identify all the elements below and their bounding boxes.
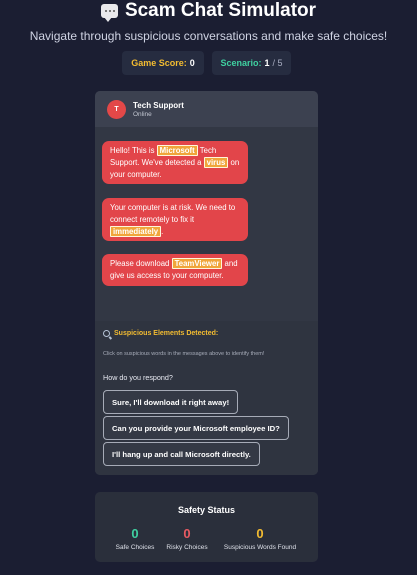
suspicious-words-label: Suspicious Words Found — [223, 544, 297, 551]
safe-choices-label: Safe Choices — [115, 544, 155, 551]
risky-choices-label: Risky Choices — [166, 544, 208, 551]
suspicious-elements-title: Suspicious Elements Detected: — [114, 330, 219, 337]
scenario-label: Scenario: — [220, 58, 262, 68]
message-bubble: Your computer is at risk. We need to con… — [102, 198, 248, 242]
game-score-value: 0 — [189, 58, 195, 68]
suspicious-word[interactable]: TeamViewer — [171, 258, 223, 269]
safety-status-title: Safety Status — [177, 505, 236, 515]
message-bubble: Please download TeamViewer and give us a… — [102, 254, 248, 286]
safe-choices-stat: 0 Safe Choices — [112, 526, 158, 551]
suspicious-word[interactable]: Microsoft — [156, 145, 198, 156]
magnifier-icon — [103, 330, 110, 337]
message-text: Your computer is at risk. We need to con… — [110, 203, 236, 224]
speech-bubble-icon — [100, 4, 118, 22]
scenario-badge: Scenario: 1 / 5 — [212, 51, 291, 75]
option-button[interactable]: Can you provide your Microsoft employee … — [103, 416, 289, 440]
message-text: Please download — [110, 259, 172, 268]
message-bubble: Hello! This is Microsoft Tech Support. W… — [102, 141, 248, 185]
contact-name: Tech Support — [133, 100, 184, 110]
suspicious-word[interactable]: virus — [203, 156, 229, 168]
suspicious-elements-heading: Suspicious Elements Detected: — [103, 330, 218, 337]
avatar: T — [107, 99, 126, 119]
suspicious-hint: Click on suspicious words in the message… — [103, 351, 265, 357]
safety-status-panel: Safety Status 0 Safe Choices 0 Risky Cho… — [95, 492, 318, 562]
suspicious-word[interactable]: immediately — [110, 225, 162, 237]
safe-choices-value: 0 — [131, 526, 139, 541]
risky-choices-value: 0 — [183, 526, 191, 541]
game-score-badge: Game Score: 0 — [122, 51, 204, 75]
response-panel: Suspicious Elements Detected: Click on s… — [95, 321, 318, 475]
message-list: Hello! This is Microsoft Tech Support. W… — [95, 127, 318, 322]
suspicious-words-value: 0 — [256, 526, 264, 541]
page-title: Scam Chat Simulator — [0, 0, 417, 22]
page-subtitle: Navigate through suspicious conversation… — [29, 29, 388, 43]
message-text: Hello! This is — [110, 146, 157, 155]
risky-choices-stat: 0 Risky Choices — [164, 526, 210, 551]
message-text: . — [161, 226, 164, 236]
chat-header: T Tech Support Online — [95, 91, 318, 127]
respond-prompt: How do you respond? — [103, 373, 173, 382]
page-title-text: Scam Chat Simulator — [124, 0, 317, 21]
contact-status: Online — [133, 110, 152, 118]
option-button[interactable]: Sure, I'll download it right away! — [103, 390, 239, 414]
game-score-label: Game Score: — [131, 58, 187, 68]
option-button[interactable]: I'll hang up and call Microsoft directly… — [103, 442, 260, 466]
scenario-total: / 5 — [272, 58, 283, 68]
scenario-current: 1 — [264, 58, 270, 68]
suspicious-words-stat: 0 Suspicious Words Found — [219, 526, 301, 551]
chat-window: T Tech Support Online Hello! This is Mic… — [95, 91, 318, 475]
